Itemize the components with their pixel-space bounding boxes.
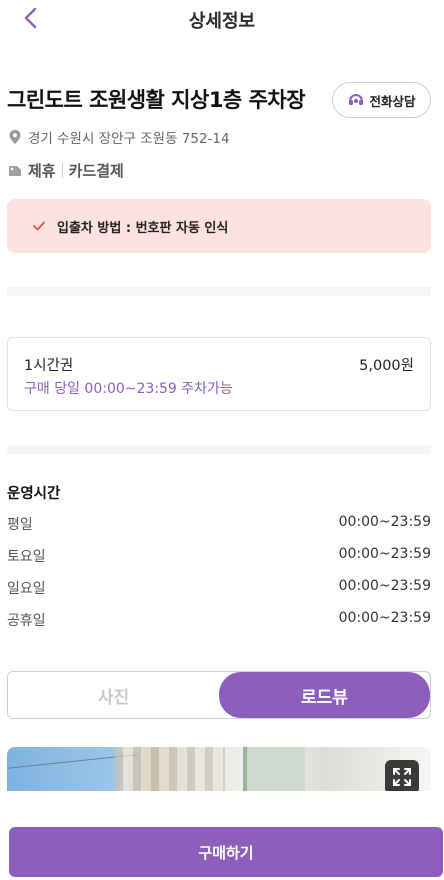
page-title: 상세정보 xyxy=(188,11,256,32)
roadview-image[interactable] xyxy=(7,747,431,791)
hours-day: 평일 xyxy=(7,517,33,533)
expand-icon xyxy=(393,768,411,786)
hours-time: 00:00~23:59 xyxy=(338,546,431,562)
ticket-card[interactable]: 1시간권 5,000원 구매 당일 00:00~23:59 주차가능 xyxy=(7,337,431,411)
tag-card-payment: 카드결제 xyxy=(68,162,124,180)
section-divider xyxy=(7,445,431,454)
check-icon xyxy=(33,221,45,231)
hours-day: 토요일 xyxy=(7,549,46,565)
address-text: 경기 수원시 장안구 조원동 752-14 xyxy=(28,131,230,147)
entry-exit-notice: 입출차 방법 : 번호판 자동 인식 xyxy=(7,199,431,253)
hours-row: 토요일 00:00~23:59 xyxy=(7,546,431,566)
headset-icon xyxy=(349,94,364,105)
hours-time: 00:00~23:59 xyxy=(338,578,431,594)
tag-partner: 제휴 xyxy=(28,162,56,180)
operating-hours-title: 운영시간 xyxy=(7,486,61,502)
tab-photo[interactable]: 사진 xyxy=(8,672,219,718)
hours-time: 00:00~23:59 xyxy=(338,514,431,530)
ticket-price: 5,000원 xyxy=(359,358,414,374)
hours-time: 00:00~23:59 xyxy=(338,610,431,626)
tag-divider xyxy=(61,163,63,178)
notice-text: 입출차 방법 : 번호판 자동 인식 xyxy=(57,220,229,236)
ticket-description: 구매 당일 00:00~23:59 주차가능 xyxy=(24,381,233,397)
tab-roadview[interactable]: 로드뷰 xyxy=(219,672,430,718)
hours-row: 일요일 00:00~23:59 xyxy=(7,578,431,598)
parking-lot-title: 그린도트 조원생활 지상1층 주차장 xyxy=(7,88,306,112)
image-detail xyxy=(115,747,225,791)
header-bar: 상세정보 xyxy=(0,0,444,38)
section-divider xyxy=(7,287,431,296)
hours-day: 공휴일 xyxy=(7,613,46,629)
fullscreen-button[interactable] xyxy=(385,760,419,794)
location-pin-icon xyxy=(9,130,21,144)
ticket-name: 1시간권 xyxy=(24,358,74,374)
hours-row: 평일 00:00~23:59 xyxy=(7,514,431,534)
media-tab-switch: 사진 로드뷰 xyxy=(7,671,431,719)
address-row: 경기 수원시 장안구 조원동 752-14 xyxy=(8,127,230,147)
feature-tags: 제휴 카드결제 xyxy=(8,160,124,181)
hours-row: 공휴일 00:00~23:59 xyxy=(7,610,431,630)
image-detail xyxy=(243,747,305,791)
purchase-button[interactable]: 구매하기 xyxy=(9,827,443,877)
hours-day: 일요일 xyxy=(7,581,46,597)
tag-icon xyxy=(9,165,21,176)
phone-consult-label: 전화상담 xyxy=(369,93,416,109)
phone-consult-button[interactable]: 전화상담 xyxy=(332,82,431,118)
